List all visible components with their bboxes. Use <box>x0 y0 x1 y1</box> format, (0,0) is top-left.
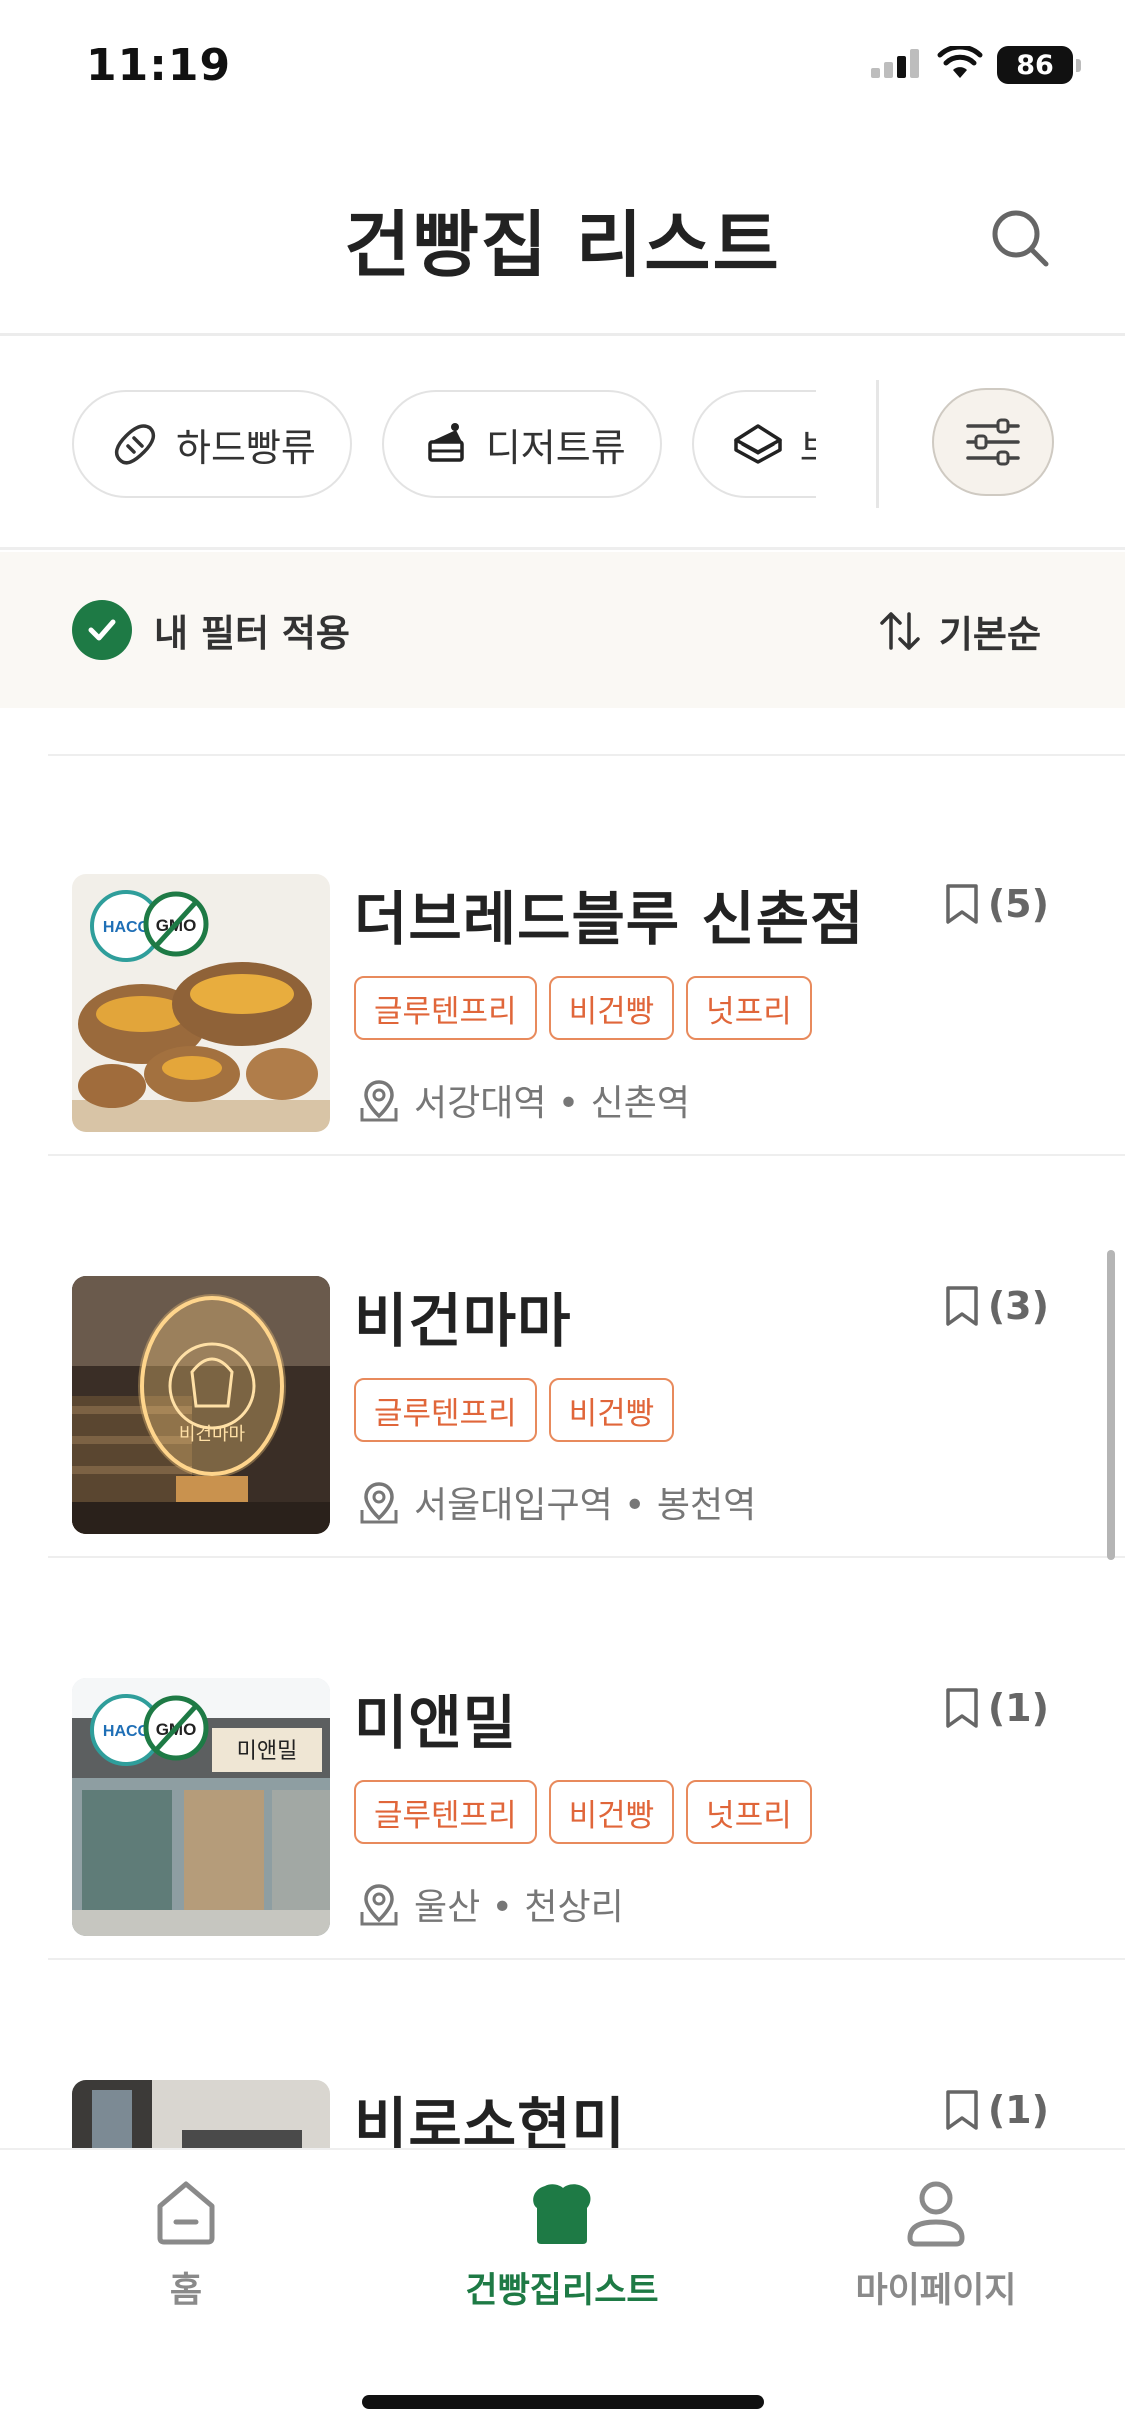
tag: 넛프리 <box>686 976 812 1040</box>
shop-photo[interactable]: 비건마마 <box>72 1276 330 1534</box>
tag-list: 글루텐프리 비건빵 <box>354 1378 675 1442</box>
list-item[interactable]: 미앤밀 HACC GMO 미앤밀 (1) 글루텐프리 비건빵 넛프리 <box>0 1558 1125 1960</box>
location-text: 울산 • 천상리 <box>414 1887 624 1928</box>
chip-sandwich[interactable]: 브 <box>691 390 816 498</box>
shop-name: 비건마마 <box>354 1287 572 1355</box>
check-icon <box>72 600 132 660</box>
map-pin-icon <box>360 1080 398 1122</box>
wifi-icon <box>937 44 983 84</box>
person-icon <box>907 2181 965 2247</box>
bookmark-button[interactable]: (1) <box>942 1686 1049 1730</box>
signal-icon <box>871 48 923 82</box>
cake-icon <box>428 423 464 462</box>
tab-home[interactable]: 홈 <box>36 2178 336 2313</box>
scrollbar[interactable] <box>1107 1250 1115 1560</box>
tab-label: 홈 <box>169 2271 203 2311</box>
list-item[interactable]: 비로소현미 (1) <box>0 1960 1125 2148</box>
bookmark-button[interactable]: (5) <box>942 882 1049 926</box>
bookmark-icon <box>946 1286 978 1326</box>
svg-text:HACC: HACC <box>103 1723 150 1740</box>
bookmark-count: (1) <box>987 1686 1049 1730</box>
battery-indicator: 86 <box>997 46 1073 84</box>
bakery-list[interactable]: HACC GMO 더브레드블루 신촌점 (5) 글루텐프리 비건빵 넛프리 서 <box>0 708 1125 2148</box>
tab-label: 마이페이지 <box>855 2271 1017 2311</box>
home-icon <box>157 2181 215 2245</box>
status-bar: 11:19 86 <box>0 0 1125 140</box>
chip-label: 브 <box>800 417 816 472</box>
tag: 비건빵 <box>548 1378 675 1442</box>
shop-name: 더브레드블루 신촌점 <box>354 885 865 953</box>
bookmark-button[interactable]: (3) <box>942 1284 1049 1328</box>
status-time: 11:19 <box>86 40 232 91</box>
sort-button[interactable]: 기본순 <box>877 604 1041 658</box>
sliders-icon <box>966 418 1020 466</box>
sandwich-icon <box>733 424 782 464</box>
shop-photo[interactable]: 미앤밀 HACC GMO <box>72 1678 330 1936</box>
tag: 넛프리 <box>686 1780 812 1844</box>
chips-divider <box>876 380 879 508</box>
shop-name: 미앤밀 <box>354 1689 518 1757</box>
chip-hard-bread[interactable]: 하드빵류 <box>72 390 352 498</box>
location-text: 서울대입구역 • 봉천역 <box>414 1485 757 1526</box>
bookmark-icon <box>946 884 978 924</box>
tag-list: 글루텐프리 비건빵 넛프리 <box>354 1780 812 1844</box>
search-button[interactable] <box>984 202 1056 274</box>
location-text: 서강대역 • 신촌역 <box>414 1083 690 1124</box>
map-pin-icon <box>360 1884 398 1926</box>
bookmark-button[interactable]: (1) <box>942 2088 1049 2132</box>
bread-icon <box>533 2184 591 2244</box>
tag: 글루텐프리 <box>354 976 537 1040</box>
tab-bakery-list[interactable]: 건빵집리스트 <box>412 2178 712 2313</box>
shop-photo[interactable] <box>72 2080 330 2148</box>
filter-bar: 내 필터 적용 기본순 <box>0 552 1125 708</box>
bookmark-count: (1) <box>987 2088 1049 2132</box>
tag: 글루텐프리 <box>354 1378 537 1442</box>
location: 서강대역 • 신촌역 <box>358 1074 690 1126</box>
location: 서울대입구역 • 봉천역 <box>358 1476 756 1528</box>
tab-label: 건빵집리스트 <box>465 2271 659 2311</box>
svg-text:미앤밀: 미앤밀 <box>237 1739 298 1764</box>
category-chips-scroll[interactable]: 하드빵류 디저트류 브 <box>72 390 816 500</box>
category-chips-row: 하드빵류 디저트류 브 <box>0 336 1125 550</box>
list-item[interactable]: 비건마마 비건마마 (3) 글루텐프리 비건빵 서울대입구역 • 봉천역 <box>0 1156 1125 1558</box>
my-filter-label: 내 필터 적용 <box>154 612 350 655</box>
svg-text:비건마마: 비건마마 <box>179 1424 246 1445</box>
tag-list: 글루텐프리 비건빵 넛프리 <box>354 976 812 1040</box>
tab-my-page[interactable]: 마이페이지 <box>786 2178 1086 2313</box>
shop-name: 비로소현미 <box>354 2091 626 2148</box>
chip-label: 하드빵류 <box>176 425 316 470</box>
sort-arrows-icon <box>880 612 920 650</box>
list-item[interactable]: HACC GMO 더브레드블루 신촌점 (5) 글루텐프리 비건빵 넛프리 서 <box>0 754 1125 1156</box>
tag: 글루텐프리 <box>354 1780 537 1844</box>
bookmark-icon <box>946 2090 978 2130</box>
app-header: 건빵집 리스트 <box>0 140 1125 336</box>
chip-dessert[interactable]: 디저트류 <box>381 390 662 498</box>
battery-tip <box>1076 58 1081 72</box>
chip-label: 디저트류 <box>485 425 626 470</box>
bookmark-count: (5) <box>987 882 1049 926</box>
home-indicator[interactable] <box>362 2395 764 2409</box>
bookmark-icon <box>946 1688 978 1728</box>
sort-label: 기본순 <box>938 613 1041 656</box>
tag: 비건빵 <box>548 1780 675 1844</box>
filter-settings-button[interactable] <box>932 388 1054 496</box>
page-title: 건빵집 리스트 <box>344 203 781 287</box>
shop-photo[interactable]: HACC GMO <box>72 874 330 1132</box>
location: 울산 • 천상리 <box>358 1878 624 1930</box>
status-icons: 86 <box>871 44 1081 84</box>
my-filter-toggle[interactable]: 내 필터 적용 <box>72 600 350 660</box>
bottom-tab-bar: 홈 건빵집리스트 마이페이지 <box>0 2148 1125 2436</box>
map-pin-icon <box>360 1482 398 1524</box>
baguette-icon <box>114 424 156 465</box>
search-icon <box>992 210 1049 267</box>
svg-text:HACC: HACC <box>103 919 150 936</box>
tag: 비건빵 <box>548 976 675 1040</box>
bookmark-count: (3) <box>987 1284 1049 1328</box>
